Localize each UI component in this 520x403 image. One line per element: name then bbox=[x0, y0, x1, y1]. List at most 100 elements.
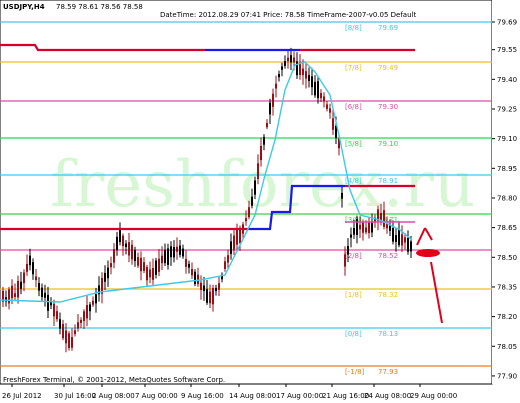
candle-body bbox=[401, 234, 403, 246]
candle-body bbox=[74, 330, 76, 335]
candle-body bbox=[308, 75, 310, 82]
candle-body bbox=[275, 83, 277, 89]
forecast-arrow bbox=[430, 261, 443, 324]
candle-body bbox=[110, 263, 112, 268]
candle-body bbox=[215, 287, 217, 292]
murrey-level-label: [6/8] bbox=[345, 103, 362, 111]
price-tick-label: 78.50 bbox=[497, 254, 517, 262]
candle-body bbox=[167, 248, 169, 265]
candle-body bbox=[44, 292, 46, 298]
candle-body bbox=[173, 246, 175, 258]
candle-body bbox=[293, 57, 295, 63]
candle-body bbox=[371, 221, 373, 233]
murrey-level-value: 78.91 bbox=[378, 177, 398, 185]
candle-body bbox=[71, 337, 73, 348]
candle-body bbox=[254, 180, 256, 195]
candle-body bbox=[260, 145, 262, 161]
forecast-marker bbox=[416, 249, 440, 257]
candle-body bbox=[230, 241, 232, 254]
candle-body bbox=[344, 254, 346, 267]
candle-body bbox=[236, 229, 238, 245]
forecast-up-stroke bbox=[416, 227, 426, 246]
price-tick-label: 79.69 bbox=[497, 19, 517, 27]
symbol-label: USDJPY,H4 bbox=[3, 3, 45, 11]
candle-body bbox=[395, 235, 397, 243]
candle-body bbox=[170, 246, 172, 258]
candle-body bbox=[248, 207, 250, 218]
murrey-level-label: [3/8] bbox=[345, 216, 362, 224]
info-label: DateTime: 2012.08.29 07:41 Price: 78.58 … bbox=[160, 11, 416, 19]
forecast-up-head bbox=[424, 227, 433, 241]
candle-body bbox=[362, 222, 364, 233]
candle-body bbox=[107, 267, 109, 279]
candle-body bbox=[86, 305, 88, 319]
candle-body bbox=[38, 283, 40, 291]
candle-body bbox=[353, 227, 355, 235]
price-tick-label: 79.55 bbox=[497, 46, 517, 54]
candle-body bbox=[152, 268, 154, 280]
candle-body bbox=[365, 227, 367, 233]
candle-body bbox=[47, 294, 49, 311]
time-tick-label: 7 Aug 00:00 bbox=[135, 392, 178, 400]
candle-body bbox=[20, 281, 22, 289]
candle-body bbox=[272, 93, 274, 107]
candle-body bbox=[116, 236, 118, 250]
price-tick-label: 78.05 bbox=[497, 343, 517, 351]
candle-body bbox=[32, 262, 34, 275]
chart-window[interactable]: freshforex.ru [8/8]79.6979.69[7/8]79.497… bbox=[0, 0, 520, 403]
candle-body bbox=[209, 291, 211, 304]
candle-body bbox=[218, 283, 220, 290]
time-tick-label: 26 Jul 2012 bbox=[2, 392, 42, 400]
candle-body bbox=[278, 74, 280, 78]
candle-body bbox=[164, 250, 166, 264]
candle-body bbox=[281, 66, 283, 70]
candle-body bbox=[95, 294, 97, 304]
candle-body bbox=[122, 235, 124, 247]
candle-body bbox=[314, 81, 316, 96]
candle-body bbox=[182, 248, 184, 257]
candle-body bbox=[176, 246, 178, 252]
resistance-step-line bbox=[0, 43, 205, 52]
candle-body bbox=[197, 274, 199, 285]
candle-body bbox=[185, 258, 187, 267]
ohlc-label: 78.59 78.61 78.56 78.58 bbox=[56, 3, 143, 11]
price-tick-label: 79.25 bbox=[497, 106, 517, 114]
price-tick-label: 78.20 bbox=[497, 313, 517, 321]
candle-body bbox=[290, 55, 292, 63]
candle-body bbox=[8, 289, 10, 304]
candle-body bbox=[143, 262, 145, 271]
candle-body bbox=[188, 263, 190, 268]
candle-body bbox=[350, 234, 352, 238]
candle-body bbox=[302, 68, 304, 76]
price-chart[interactable]: freshforex.ru [8/8]79.6979.69[7/8]79.497… bbox=[0, 0, 520, 403]
time-tick-label: 17 Aug 00:00 bbox=[276, 392, 323, 400]
murrey-level-label: [-1/8] bbox=[345, 368, 365, 376]
candle-body bbox=[347, 245, 349, 255]
candle-body bbox=[407, 237, 409, 252]
candle-body bbox=[200, 282, 202, 291]
candle-body bbox=[128, 242, 130, 256]
candle-body bbox=[257, 163, 259, 179]
murrey-level-value: 78.13 bbox=[378, 330, 398, 338]
candle-body bbox=[284, 61, 286, 66]
candle-body bbox=[245, 218, 247, 222]
candle-body bbox=[341, 192, 343, 199]
murrey-level-value: 78.52 bbox=[378, 252, 398, 260]
candle-body bbox=[383, 210, 385, 227]
candle-body bbox=[158, 258, 160, 272]
candle-body bbox=[65, 330, 67, 344]
candle-body bbox=[323, 96, 325, 102]
candle-body bbox=[56, 311, 58, 320]
candle-body bbox=[305, 71, 307, 79]
candle-body bbox=[287, 57, 289, 62]
candle-body bbox=[332, 118, 334, 130]
candle-body bbox=[263, 136, 265, 145]
candle-body bbox=[83, 311, 85, 322]
price-tick-label: 78.95 bbox=[497, 165, 517, 173]
candle-body bbox=[392, 227, 394, 242]
candle-body bbox=[92, 300, 94, 305]
candle-body bbox=[389, 225, 391, 231]
murrey-level-label: [0/8] bbox=[345, 330, 362, 338]
murrey-level-label: [1/8] bbox=[345, 291, 362, 299]
murrey-level-label: [8/8] bbox=[345, 24, 362, 32]
